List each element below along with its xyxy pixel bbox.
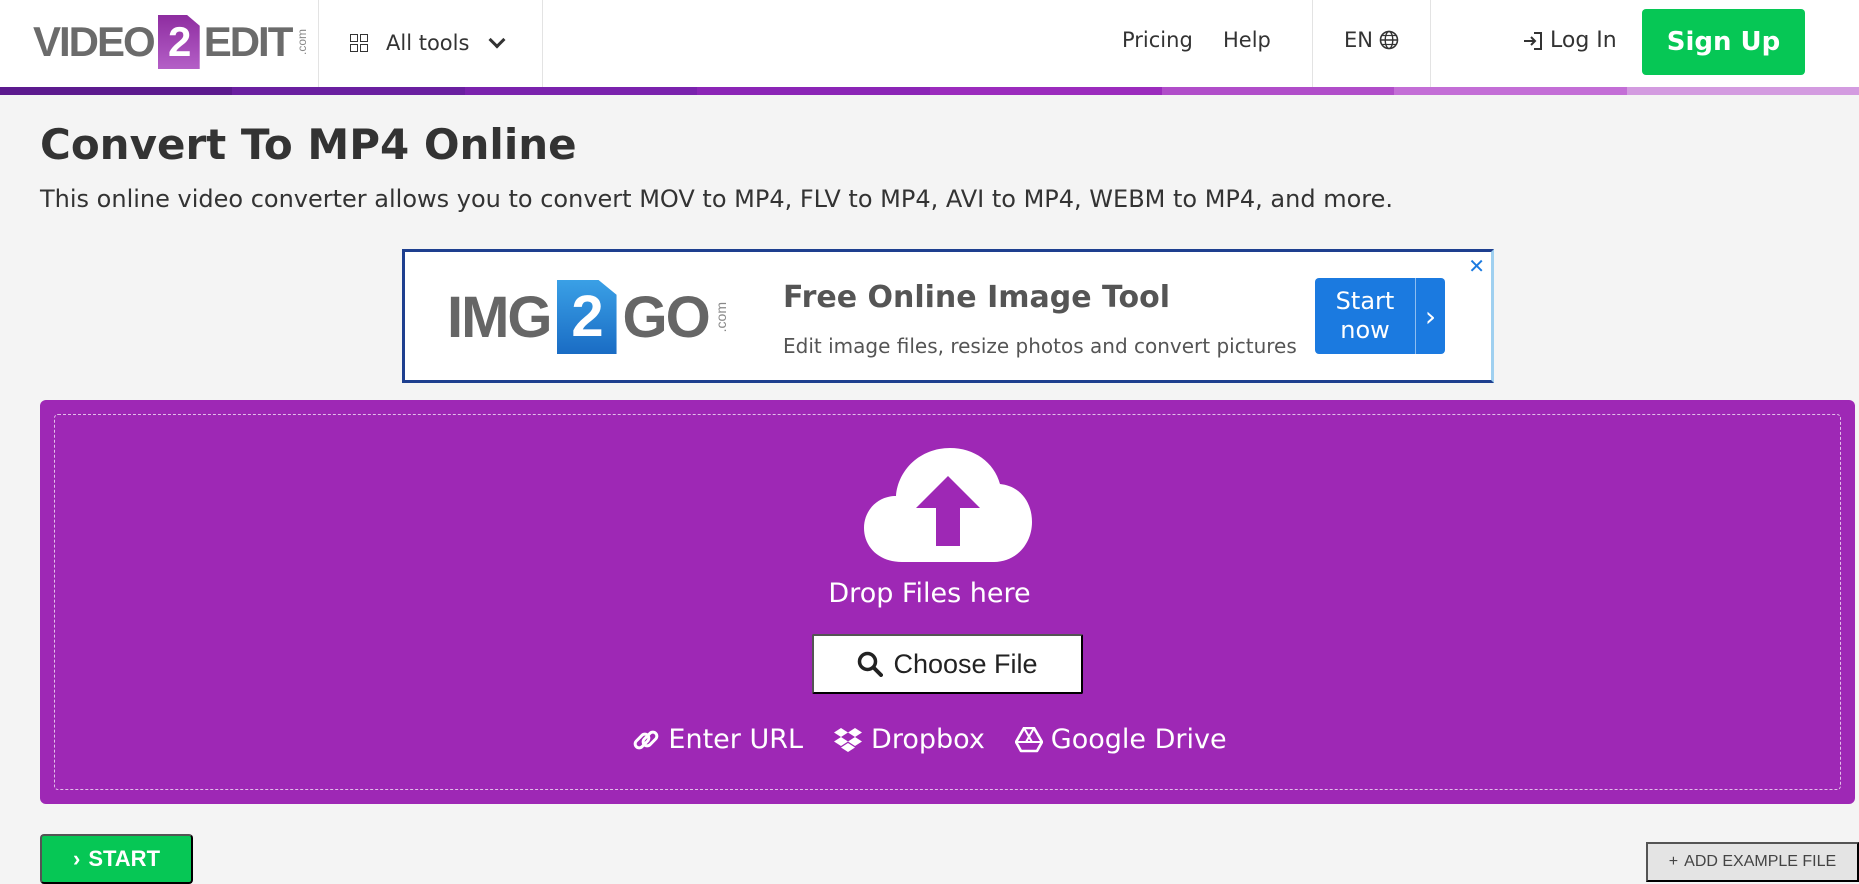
drop-files-text: Drop Files here <box>828 578 1031 609</box>
chevron-down-icon <box>488 31 506 49</box>
grid-icon <box>350 34 368 52</box>
google-drive-icon <box>1014 726 1043 752</box>
chevron-right-icon: › <box>72 846 81 871</box>
login-link[interactable]: Log In <box>1522 28 1617 53</box>
logo-text-left: VIDEO <box>33 18 156 65</box>
upload-sources: Enter URL Dropbox Google Drive <box>0 724 1859 755</box>
choose-file-button[interactable]: Choose File <box>812 634 1083 694</box>
page-subtitle: This online video converter allows you t… <box>40 185 1393 213</box>
ad-logo-badge: 2 <box>556 280 617 354</box>
page-title: Convert To MP4 Online <box>40 120 577 169</box>
site-logo[interactable]: VIDEO 2 EDIT .com <box>33 14 309 70</box>
all-tools-menu[interactable]: All tools <box>350 28 506 58</box>
enter-url-link[interactable]: Enter URL <box>632 724 803 755</box>
language-selector[interactable]: EN <box>1344 28 1399 52</box>
ad-start-button[interactable]: Start now › <box>1315 278 1445 354</box>
logo-text-right: EDIT <box>203 18 294 65</box>
ad-logo-right: GO <box>622 284 711 350</box>
language-label: EN <box>1344 28 1373 52</box>
dropbox-link[interactable]: Dropbox <box>833 724 985 755</box>
ad-heading: Free Online Image Tool <box>783 280 1170 315</box>
close-icon[interactable]: ✕ <box>1468 254 1485 278</box>
header-divider <box>318 0 319 87</box>
add-example-label: ADD EXAMPLE FILE <box>1684 853 1837 870</box>
login-label: Log In <box>1550 28 1617 53</box>
pricing-link[interactable]: Pricing <box>1122 28 1193 52</box>
ad-start-label: Start now <box>1335 287 1395 344</box>
link-icon <box>634 730 659 749</box>
header-divider <box>542 0 543 87</box>
globe-icon <box>1379 30 1399 50</box>
google-drive-link[interactable]: Google Drive <box>1014 724 1227 755</box>
dropbox-label: Dropbox <box>871 724 985 755</box>
google-drive-label: Google Drive <box>1050 724 1227 755</box>
cloud-upload-icon <box>864 448 1032 562</box>
ad-banner[interactable]: IMG 2 GO .com Free Online Image Tool Edi… <box>402 249 1494 383</box>
start-button[interactable]: › START <box>40 834 193 884</box>
ad-logo-left: IMG <box>447 284 553 350</box>
login-icon <box>1524 31 1542 50</box>
all-tools-label: All tools <box>386 31 470 55</box>
logo-com: .com <box>295 28 310 55</box>
top-header: VIDEO 2 EDIT .com All tools Pricing Help… <box>0 0 1859 87</box>
enter-url-label: Enter URL <box>668 724 804 755</box>
header-divider <box>1430 0 1431 87</box>
ad-logo: IMG 2 GO .com <box>447 280 729 354</box>
choose-file-label: Choose File <box>893 648 1038 679</box>
logo-badge: 2 <box>157 15 200 69</box>
search-icon <box>858 651 884 677</box>
add-example-file-button[interactable]: + ADD EXAMPLE FILE <box>1646 842 1859 882</box>
signup-button[interactable]: Sign Up <box>1642 9 1805 75</box>
header-stripe <box>0 87 1859 95</box>
chevron-right-icon: › <box>1415 278 1445 354</box>
ad-text: Edit image files, resize photos and conv… <box>783 334 1297 358</box>
ad-logo-com: .com <box>712 301 729 333</box>
header-divider <box>1312 0 1313 87</box>
dropbox-icon <box>834 727 863 752</box>
help-link[interactable]: Help <box>1223 28 1271 52</box>
start-label: START <box>88 846 161 871</box>
plus-icon: + <box>1668 853 1679 870</box>
